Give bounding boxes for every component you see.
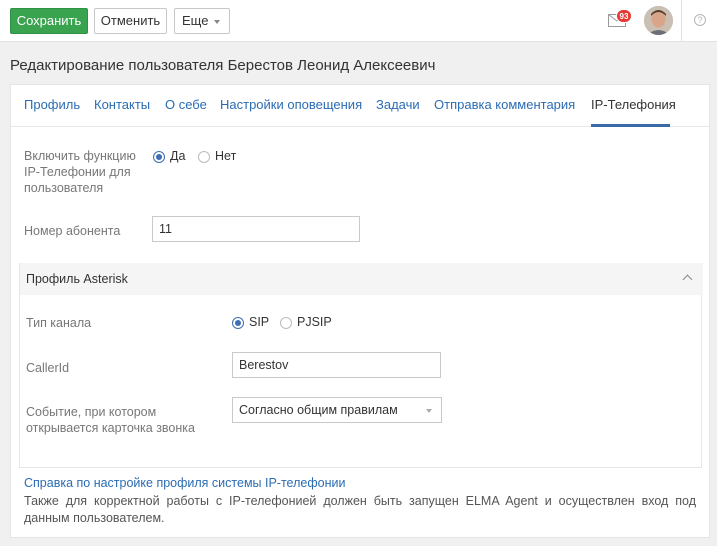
tab-tasks[interactable]: Задачи xyxy=(376,97,420,112)
tab-ip-telephony[interactable]: IP-Телефония xyxy=(591,97,676,112)
tab-profile[interactable]: Профиль xyxy=(24,97,80,112)
call-card-event-value: Согласно общим правилам xyxy=(239,403,398,417)
callerid-label: CallerId xyxy=(26,361,70,375)
chevron-down-icon xyxy=(214,20,220,24)
asterisk-profile-header[interactable]: Профиль Asterisk xyxy=(20,263,703,295)
notification-badge: 93 xyxy=(616,9,632,23)
tab-bar: Профиль Контакты О себе Настройки оповещ… xyxy=(11,85,709,127)
avatar[interactable] xyxy=(644,6,673,35)
chevron-up-icon[interactable] xyxy=(682,274,693,285)
channel-pjsip-radio[interactable] xyxy=(280,317,292,329)
more-dropdown-button[interactable]: Еще xyxy=(174,8,230,34)
enable-yes-label[interactable]: Да xyxy=(170,149,185,163)
enable-no-radio[interactable] xyxy=(198,151,210,163)
tab-contacts[interactable]: Контакты xyxy=(94,97,150,112)
enable-no-label[interactable]: Нет xyxy=(215,149,236,163)
cancel-button[interactable]: Отменить xyxy=(94,8,167,34)
channel-pjsip-label[interactable]: PJSIP xyxy=(297,315,332,329)
subscriber-number-label: Номер абонента xyxy=(24,224,121,238)
channel-sip-radio[interactable] xyxy=(232,317,244,329)
call-card-event-select[interactable]: Согласно общим правилам xyxy=(232,397,442,423)
channel-type-label: Тип канала xyxy=(26,316,92,330)
enable-yes-radio[interactable] xyxy=(153,151,165,163)
save-button[interactable]: Сохранить xyxy=(10,8,88,34)
tab-notification-settings[interactable]: Настройки оповещения xyxy=(220,97,362,112)
subscriber-number-input[interactable] xyxy=(152,216,360,242)
user-edit-panel: Профиль Контакты О себе Настройки оповещ… xyxy=(10,84,710,538)
page-title: Редактирование пользователя Берестов Лео… xyxy=(10,57,436,74)
active-tab-indicator xyxy=(591,124,670,127)
help-icon[interactable]: ? xyxy=(694,14,706,26)
more-button-label: Еще xyxy=(182,13,209,28)
tab-send-comment[interactable]: Отправка комментария xyxy=(434,97,575,112)
elma-agent-note: Также для корректной работы с IP-телефон… xyxy=(24,494,696,525)
enable-ip-telephony-label: Включить функцию IP-Телефонии для пользо… xyxy=(24,149,136,195)
callerid-input[interactable] xyxy=(232,352,441,378)
channel-sip-label[interactable]: SIP xyxy=(249,315,269,329)
asterisk-profile-title: Профиль Asterisk xyxy=(26,272,128,286)
call-card-event-label: Событие, при котором открывается карточк… xyxy=(26,405,195,435)
toolbar: Сохранить Отменить Еще 93 ? xyxy=(0,0,717,42)
asterisk-profile-section: Профиль Asterisk Тип канала SIP PJSIP Ca… xyxy=(19,263,703,468)
toolbar-divider xyxy=(681,0,682,42)
chevron-down-icon xyxy=(426,409,432,413)
ip-telephony-help-link[interactable]: Справка по настройке профиля системы IP-… xyxy=(24,476,345,490)
tab-about[interactable]: О себе xyxy=(165,97,207,112)
